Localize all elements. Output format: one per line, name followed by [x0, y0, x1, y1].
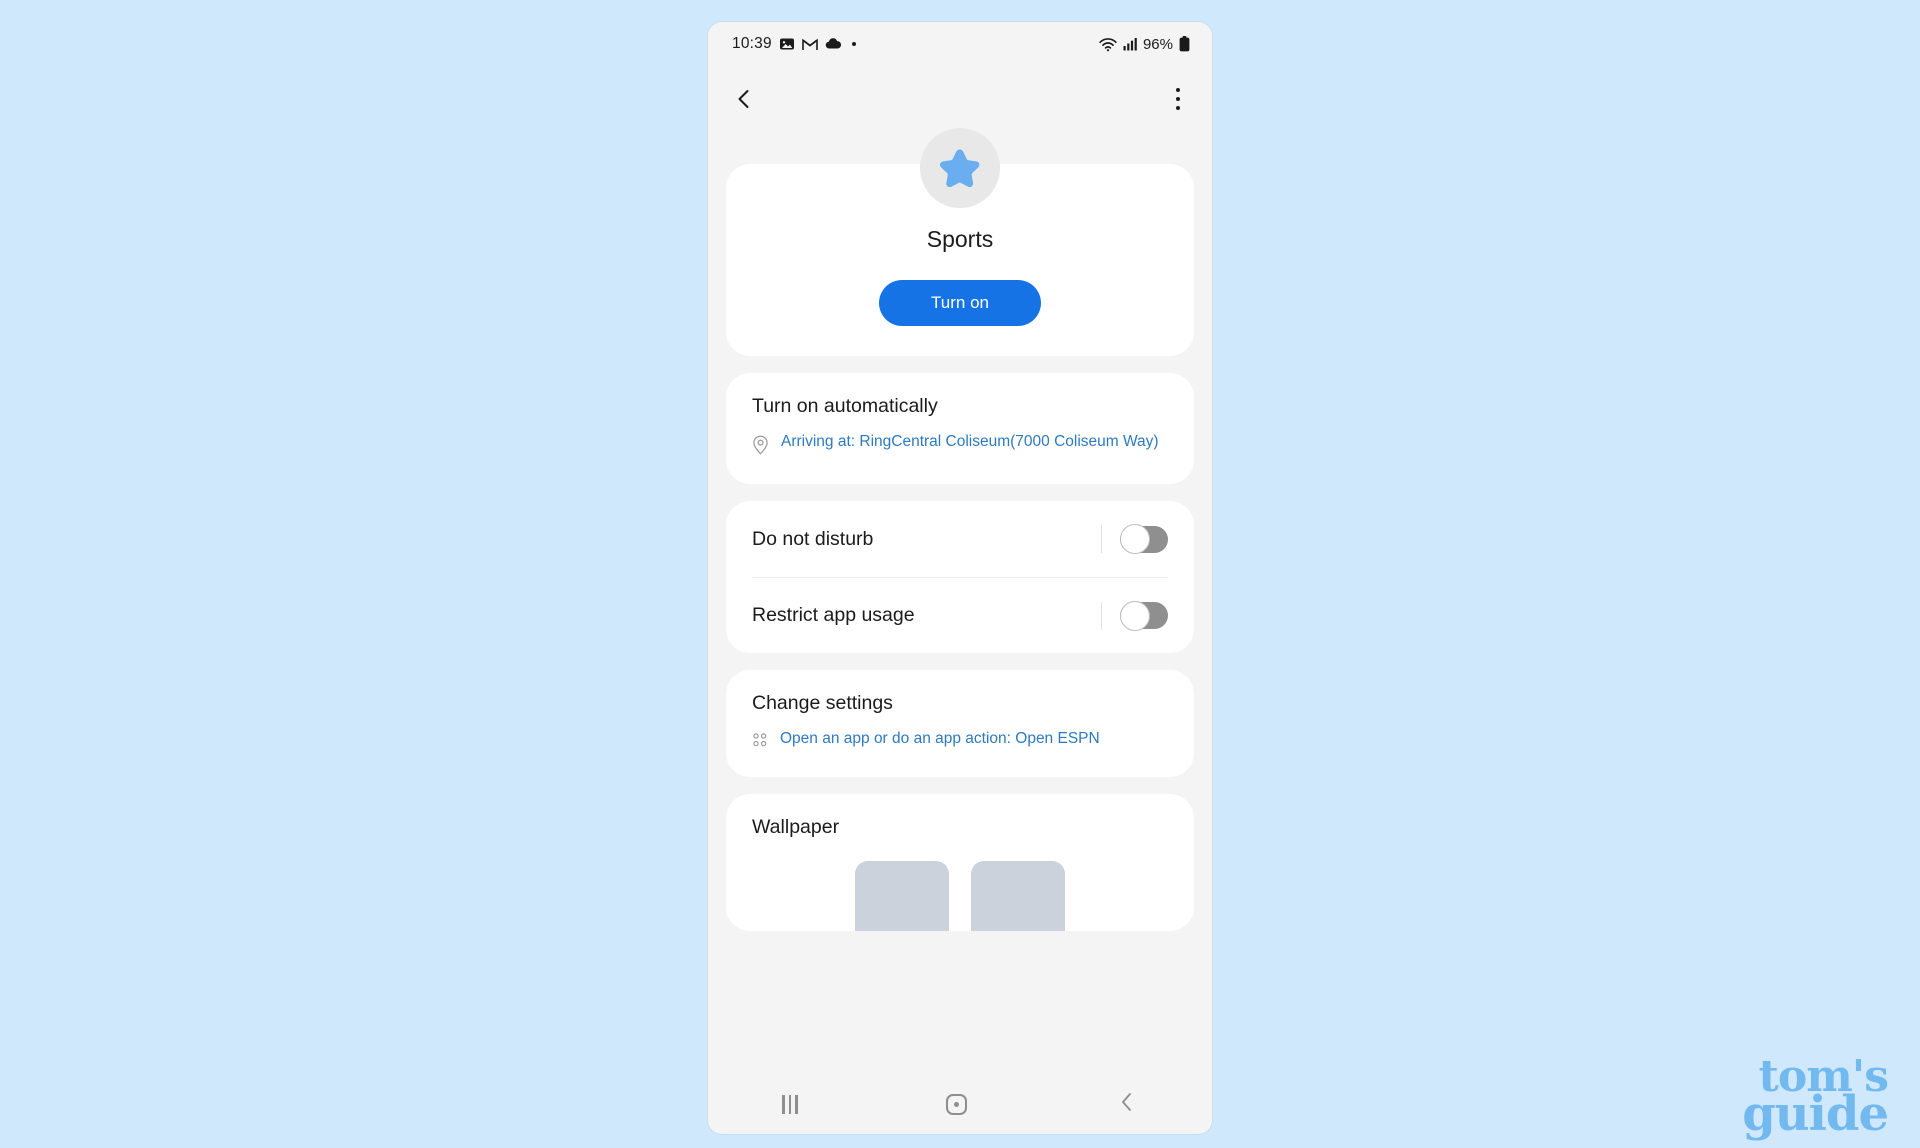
star-icon	[920, 128, 1000, 208]
screenshot-root: 10:39 96% Sports Turn on Turn on automat…	[0, 0, 1920, 1148]
do-not-disturb-switch[interactable]	[1120, 524, 1168, 554]
toggle-row-do-not-disturb[interactable]: Do not disturb	[752, 501, 1168, 577]
dot-icon	[851, 42, 856, 46]
turn-on-automatically-card: Turn on automatically Arriving at: RingC…	[726, 373, 1194, 484]
restrict-app-usage-label: Restrict app usage	[752, 604, 915, 626]
app-bar	[708, 66, 1212, 132]
wallpaper-thumbnail-1[interactable]	[855, 861, 949, 931]
watermark-line-2: guide	[1742, 1085, 1889, 1142]
divider	[1101, 525, 1102, 553]
recents-icon[interactable]	[782, 1094, 798, 1114]
do-not-disturb-controls	[1101, 524, 1168, 554]
turn-on-button[interactable]: Turn on	[879, 280, 1041, 326]
cellular-signal-icon	[1123, 37, 1137, 51]
status-bar-right: 96%	[1099, 36, 1190, 53]
gmail-icon	[801, 38, 818, 51]
change-settings-action-row[interactable]: Open an app or do an app action: Open ES…	[752, 729, 1168, 753]
wallpaper-card: Wallpaper	[726, 794, 1194, 931]
switch-knob	[1120, 524, 1150, 554]
switch-knob	[1120, 600, 1150, 631]
toms-guide-watermark: tom's guide	[1742, 1054, 1889, 1142]
wifi-icon	[1099, 37, 1117, 52]
change-settings-action-link[interactable]: Open an app or do an app action: Open ES…	[780, 729, 1100, 750]
status-bar: 10:39 96%	[708, 22, 1212, 66]
change-settings-card: Change settings Open an app or do an app…	[726, 670, 1194, 777]
back-icon[interactable]	[1116, 1091, 1138, 1118]
app-grid-icon	[752, 732, 768, 753]
cloud-icon	[825, 38, 842, 50]
overflow-menu-icon[interactable]	[1170, 82, 1187, 117]
battery-full-icon	[1179, 36, 1190, 52]
toggle-row-restrict-app-usage[interactable]: Restrict app usage	[752, 577, 1168, 653]
page-title: Sports	[926, 226, 994, 252]
divider	[1101, 601, 1102, 630]
wallpaper-thumbnail-list	[752, 861, 1168, 931]
home-icon[interactable]	[946, 1093, 968, 1115]
status-bar-clock: 10:39	[732, 35, 772, 52]
settings-scroll-area[interactable]: Sports Turn on Turn on automatically Arr…	[708, 128, 1212, 1106]
phone-screen: 10:39 96% Sports Turn on Turn on automat…	[708, 22, 1212, 1134]
auto-condition-link[interactable]: Arriving at: RingCentral Coliseum(7000 C…	[781, 432, 1159, 453]
mode-options-card: Do not disturb Restrict app usage	[726, 501, 1194, 653]
change-settings-title: Change settings	[752, 692, 893, 714]
status-bar-left: 10:39	[732, 35, 856, 53]
photo-icon	[779, 36, 795, 52]
chevron-left-icon[interactable]	[732, 87, 756, 111]
wallpaper-thumbnail-2[interactable]	[971, 861, 1065, 931]
mode-hero-section: Sports Turn on	[726, 128, 1194, 356]
android-navigation-bar	[708, 1074, 1212, 1134]
battery-percent-label: 96%	[1142, 35, 1173, 53]
turn-on-automatically-title: Turn on automatically	[752, 395, 938, 417]
restrict-app-usage-controls	[1101, 600, 1168, 631]
location-pin-icon	[752, 435, 769, 460]
auto-condition-row[interactable]: Arriving at: RingCentral Coliseum(7000 C…	[752, 432, 1168, 460]
do-not-disturb-label: Do not disturb	[752, 527, 874, 550]
restrict-app-usage-switch[interactable]	[1120, 600, 1168, 631]
wallpaper-title: Wallpaper	[752, 816, 840, 838]
